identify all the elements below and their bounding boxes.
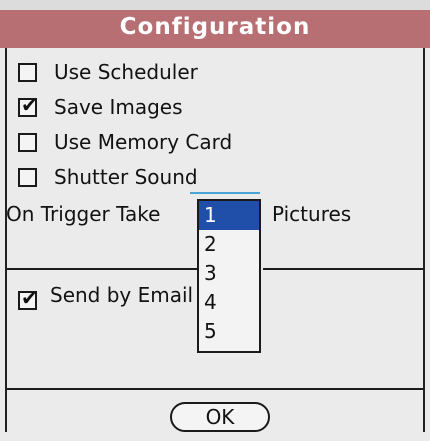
title-bar: Configuration [0,0,430,48]
shutter-sound-checkbox[interactable] [18,167,37,187]
trigger-suffix-label: Pictures [272,202,352,226]
save-images-option[interactable]: Save Images [18,91,183,123]
dialog-frame-left [5,48,7,432]
dialog-title: Configuration [119,14,311,40]
shutter-sound-label: Shutter Sound [54,165,198,189]
separator-upper-left [7,268,197,270]
send-by-email-label: Send by Email [50,283,194,307]
shutter-sound-option[interactable]: Shutter Sound [18,161,198,193]
picture-count-option-5[interactable]: 5 [199,317,259,346]
ok-button[interactable]: OK [170,402,270,432]
dialog-frame-right [423,48,425,432]
use-scheduler-label: Use Scheduler [54,60,198,84]
separator-upper-right [263,268,423,270]
save-images-label: Save Images [54,95,183,119]
configuration-dialog: Configuration Use Scheduler Save Images … [0,0,430,441]
picture-count-option-1[interactable]: 1 [199,201,259,230]
use-memory-card-checkbox[interactable] [18,132,37,152]
send-by-email-checkbox[interactable] [18,286,38,310]
separator-lower [7,388,423,390]
use-memory-card-option[interactable]: Use Memory Card [18,126,232,158]
picture-count-option-2[interactable]: 2 [199,230,259,259]
picture-count-option-4[interactable]: 4 [199,288,259,317]
trigger-prefix-label: On Trigger Take [6,202,161,226]
trigger-count-field[interactable] [190,192,260,194]
use-memory-card-label: Use Memory Card [54,130,233,154]
picture-count-option-3[interactable]: 3 [199,259,259,288]
picture-count-dropdown[interactable]: 1 2 3 4 5 [197,199,261,353]
use-scheduler-checkbox[interactable] [18,62,37,82]
save-images-checkbox[interactable] [18,93,38,117]
use-scheduler-option[interactable]: Use Scheduler [18,56,198,88]
